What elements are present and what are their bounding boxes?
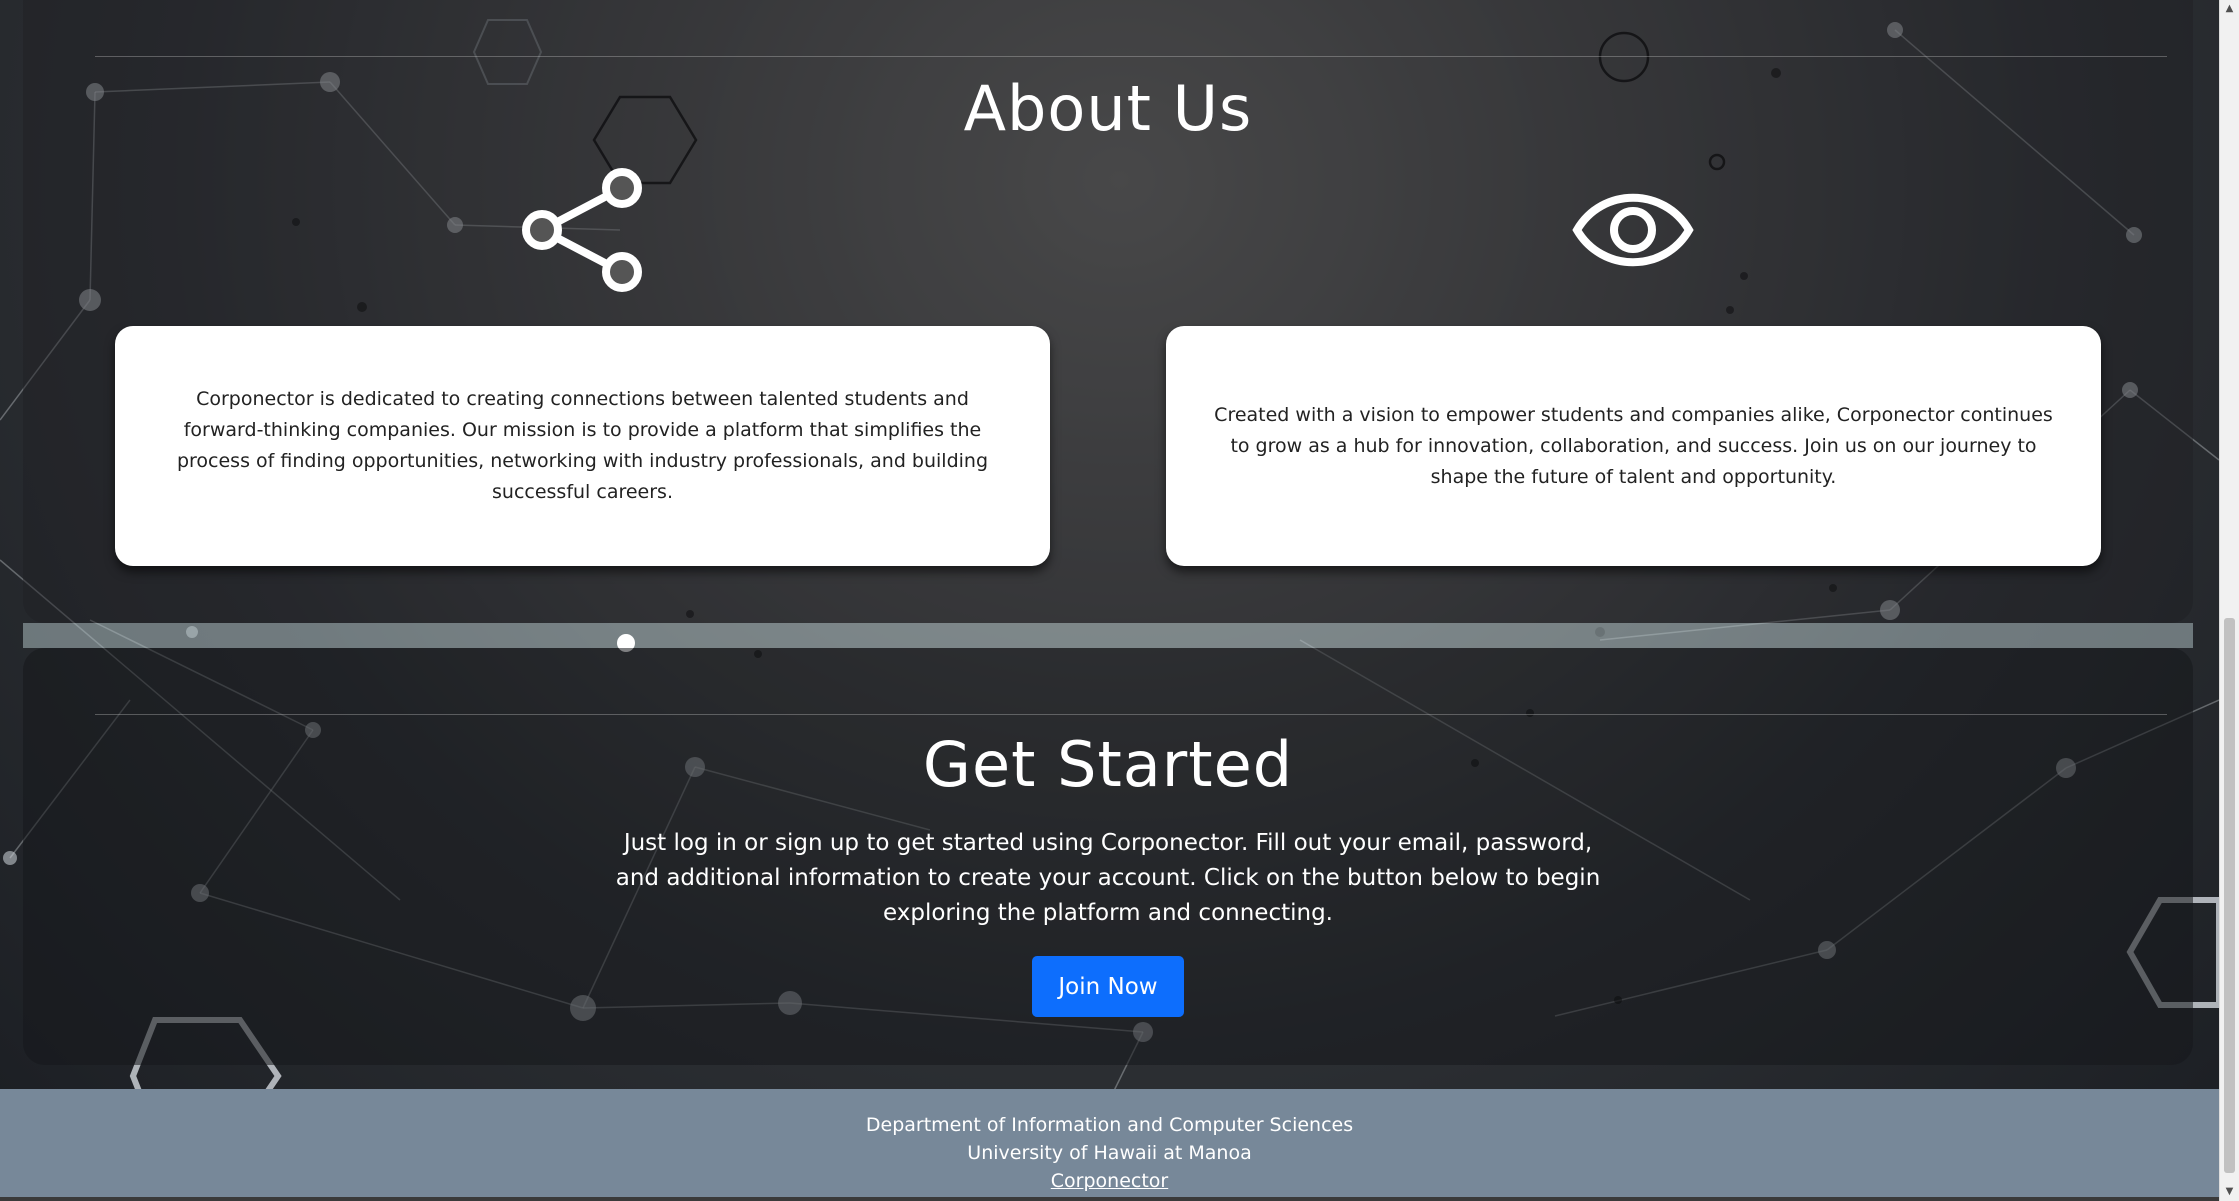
- mission-text: Corponector is dedicated to creating con…: [176, 388, 989, 503]
- mission-card: Corponector is dedicated to creating con…: [115, 326, 1050, 566]
- about-title: About Us: [963, 72, 1253, 145]
- footer: Department of Information and Computer S…: [0, 1089, 2219, 1201]
- scroll-down-arrow-icon[interactable]: ▼: [2220, 1183, 2239, 1201]
- page: About Us Corponector is dedicated to cre…: [0, 0, 2239, 1201]
- get-started-title: Get Started: [922, 728, 1294, 801]
- scrollbar-thumb[interactable]: [2224, 618, 2235, 1173]
- vision-text: Created with a vision to empower student…: [1214, 403, 2053, 488]
- scroll-up-arrow-icon[interactable]: ▲: [2220, 0, 2239, 18]
- share-icon: [520, 168, 648, 296]
- get-started-description: Just log in or sign up to get started us…: [615, 830, 1601, 926]
- join-now-button[interactable]: Join Now: [1032, 956, 1184, 1017]
- footer-department: Department of Information and Computer S…: [865, 1114, 1354, 1136]
- window-bottom-edge: [0, 1197, 2219, 1201]
- vision-card: Created with a vision to empower student…: [1166, 326, 2101, 566]
- footer-university: University of Hawaii at Manoa: [967, 1142, 1252, 1164]
- section-divider: [95, 714, 2167, 715]
- vertical-scrollbar[interactable]: ▲ ▼: [2219, 0, 2239, 1201]
- footer-corponector-link[interactable]: Corponector: [1051, 1170, 1168, 1192]
- eye-icon: [1572, 182, 1694, 278]
- section-divider: [95, 56, 2167, 57]
